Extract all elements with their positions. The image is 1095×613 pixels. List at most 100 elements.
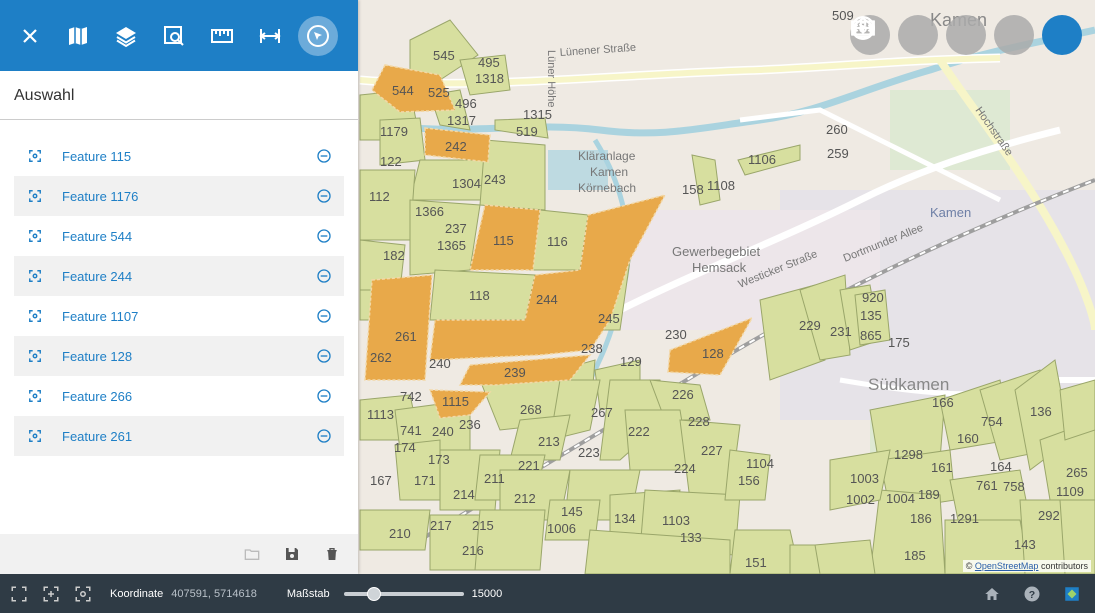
feature-row[interactable]: Feature 544 xyxy=(14,216,344,256)
select-tool-button[interactable] xyxy=(298,15,338,56)
measure-icon xyxy=(211,28,233,43)
app-logo-icon[interactable] xyxy=(1063,585,1081,603)
feature-label[interactable]: Feature 266 xyxy=(62,389,316,404)
zoom-to-feature-icon[interactable] xyxy=(28,429,42,443)
svg-text:496: 496 xyxy=(455,96,477,111)
remove-feature-icon[interactable] xyxy=(316,188,332,204)
svg-text:237: 237 xyxy=(445,221,467,236)
svg-text:167: 167 xyxy=(370,473,392,488)
fullscreen-icon[interactable] xyxy=(10,585,28,603)
svg-text:Südkamen: Südkamen xyxy=(868,375,949,394)
remove-feature-icon[interactable] xyxy=(316,228,332,244)
svg-text:229: 229 xyxy=(799,318,821,333)
folder-open-icon[interactable] xyxy=(244,546,260,562)
zoom-to-feature-icon[interactable] xyxy=(28,229,42,243)
svg-text:754: 754 xyxy=(981,414,1003,429)
feature-row[interactable]: Feature 1107 xyxy=(14,296,344,336)
svg-text:243: 243 xyxy=(484,172,506,187)
delete-icon[interactable] xyxy=(324,546,340,562)
svg-text:145: 145 xyxy=(561,504,583,519)
svg-text:1103: 1103 xyxy=(662,513,690,528)
feature-label[interactable]: Feature 1176 xyxy=(62,189,316,204)
remove-feature-icon[interactable] xyxy=(316,308,332,324)
scale-slider[interactable] xyxy=(343,586,464,601)
zoom-selection-icon[interactable] xyxy=(74,585,92,603)
svg-text:1108: 1108 xyxy=(707,178,735,193)
layers-button[interactable] xyxy=(106,16,146,56)
zoom-to-feature-icon[interactable] xyxy=(28,189,42,203)
svg-text:239: 239 xyxy=(504,365,526,380)
svg-text:215: 215 xyxy=(472,518,494,533)
remove-feature-icon[interactable] xyxy=(316,148,332,164)
search-map-icon xyxy=(164,25,184,46)
close-button[interactable] xyxy=(10,16,50,56)
zoom-to-feature-icon[interactable] xyxy=(28,349,42,363)
feature-row[interactable]: Feature 128 xyxy=(14,336,344,376)
measure-button[interactable] xyxy=(202,16,242,56)
svg-text:245: 245 xyxy=(598,311,620,326)
zoom-to-feature-icon[interactable] xyxy=(28,269,42,283)
zoom-to-feature-icon[interactable] xyxy=(28,149,42,163)
feature-row[interactable]: Feature 261 xyxy=(14,416,344,456)
svg-text:741: 741 xyxy=(400,423,422,438)
feature-row[interactable]: Feature 1176 xyxy=(14,176,344,216)
layers-icon xyxy=(116,26,136,47)
select-button[interactable] xyxy=(851,15,1082,55)
svg-text:1366: 1366 xyxy=(415,204,444,219)
svg-text:240: 240 xyxy=(432,424,454,439)
svg-text:545: 545 xyxy=(433,48,455,63)
feature-row[interactable]: Feature 115 xyxy=(14,136,344,176)
svg-text:1113: 1113 xyxy=(367,407,394,422)
scale-slider-knob[interactable] xyxy=(366,586,381,601)
feature-label[interactable]: Feature 244 xyxy=(62,269,316,284)
svg-text:262: 262 xyxy=(370,350,392,365)
feature-row[interactable]: Feature 244 xyxy=(14,256,344,296)
feature-label[interactable]: Feature 1107 xyxy=(62,309,316,324)
svg-text:544: 544 xyxy=(392,83,414,98)
svg-text:158: 158 xyxy=(682,182,704,197)
svg-text:143: 143 xyxy=(1014,537,1036,552)
svg-text:267: 267 xyxy=(591,405,613,420)
zoom-to-feature-icon[interactable] xyxy=(28,389,42,403)
scale-value: 15000 xyxy=(471,587,503,600)
svg-text:Gewerbegebiet: Gewerbegebiet xyxy=(672,244,761,259)
select-icon xyxy=(307,24,329,47)
osm-link[interactable]: OpenStreetMap xyxy=(975,561,1039,571)
svg-text:1365: 1365 xyxy=(437,238,466,253)
svg-text:118: 118 xyxy=(469,288,490,303)
svg-text:210: 210 xyxy=(389,526,411,541)
remove-feature-icon[interactable] xyxy=(316,388,332,404)
svg-text:217: 217 xyxy=(430,518,452,533)
remove-feature-icon[interactable] xyxy=(316,428,332,444)
measure-line-button[interactable] xyxy=(851,15,986,55)
svg-text:260: 260 xyxy=(826,122,848,137)
svg-text:211: 211 xyxy=(484,471,505,486)
remove-feature-icon[interactable] xyxy=(316,348,332,364)
feature-row[interactable]: Feature 266 xyxy=(14,376,344,416)
home-icon[interactable] xyxy=(983,585,1001,603)
polygon-button[interactable] xyxy=(851,15,1034,55)
feature-label[interactable]: Feature 115 xyxy=(62,149,316,164)
svg-text:1109: 1109 xyxy=(1056,484,1084,499)
svg-text:228: 228 xyxy=(688,414,710,429)
attribution-suffix: contributors xyxy=(1040,561,1088,571)
feature-label[interactable]: Feature 261 xyxy=(62,429,316,444)
svg-text:221: 221 xyxy=(518,458,540,473)
coordinate-value: 407591, 5714618 xyxy=(171,587,257,600)
svg-text:525: 525 xyxy=(428,85,450,100)
zoom-extent-icon[interactable] xyxy=(42,585,60,603)
help-icon[interactable]: ? xyxy=(1023,585,1041,603)
svg-text:136: 136 xyxy=(1030,404,1052,419)
zoom-to-feature-icon[interactable] xyxy=(28,309,42,323)
save-icon[interactable] xyxy=(284,546,300,562)
distance-button[interactable] xyxy=(250,16,290,56)
svg-text:268: 268 xyxy=(520,402,542,417)
remove-feature-icon[interactable] xyxy=(316,268,332,284)
feature-label[interactable]: Feature 544 xyxy=(62,229,316,244)
svg-text:Kamen: Kamen xyxy=(930,205,971,220)
feature-label[interactable]: Feature 128 xyxy=(62,349,316,364)
measure-area-button[interactable] xyxy=(851,15,938,55)
map-attribution: © OpenStreetMap contributors xyxy=(962,560,1091,572)
map-button[interactable] xyxy=(58,16,98,56)
search-map-button[interactable] xyxy=(154,16,194,56)
